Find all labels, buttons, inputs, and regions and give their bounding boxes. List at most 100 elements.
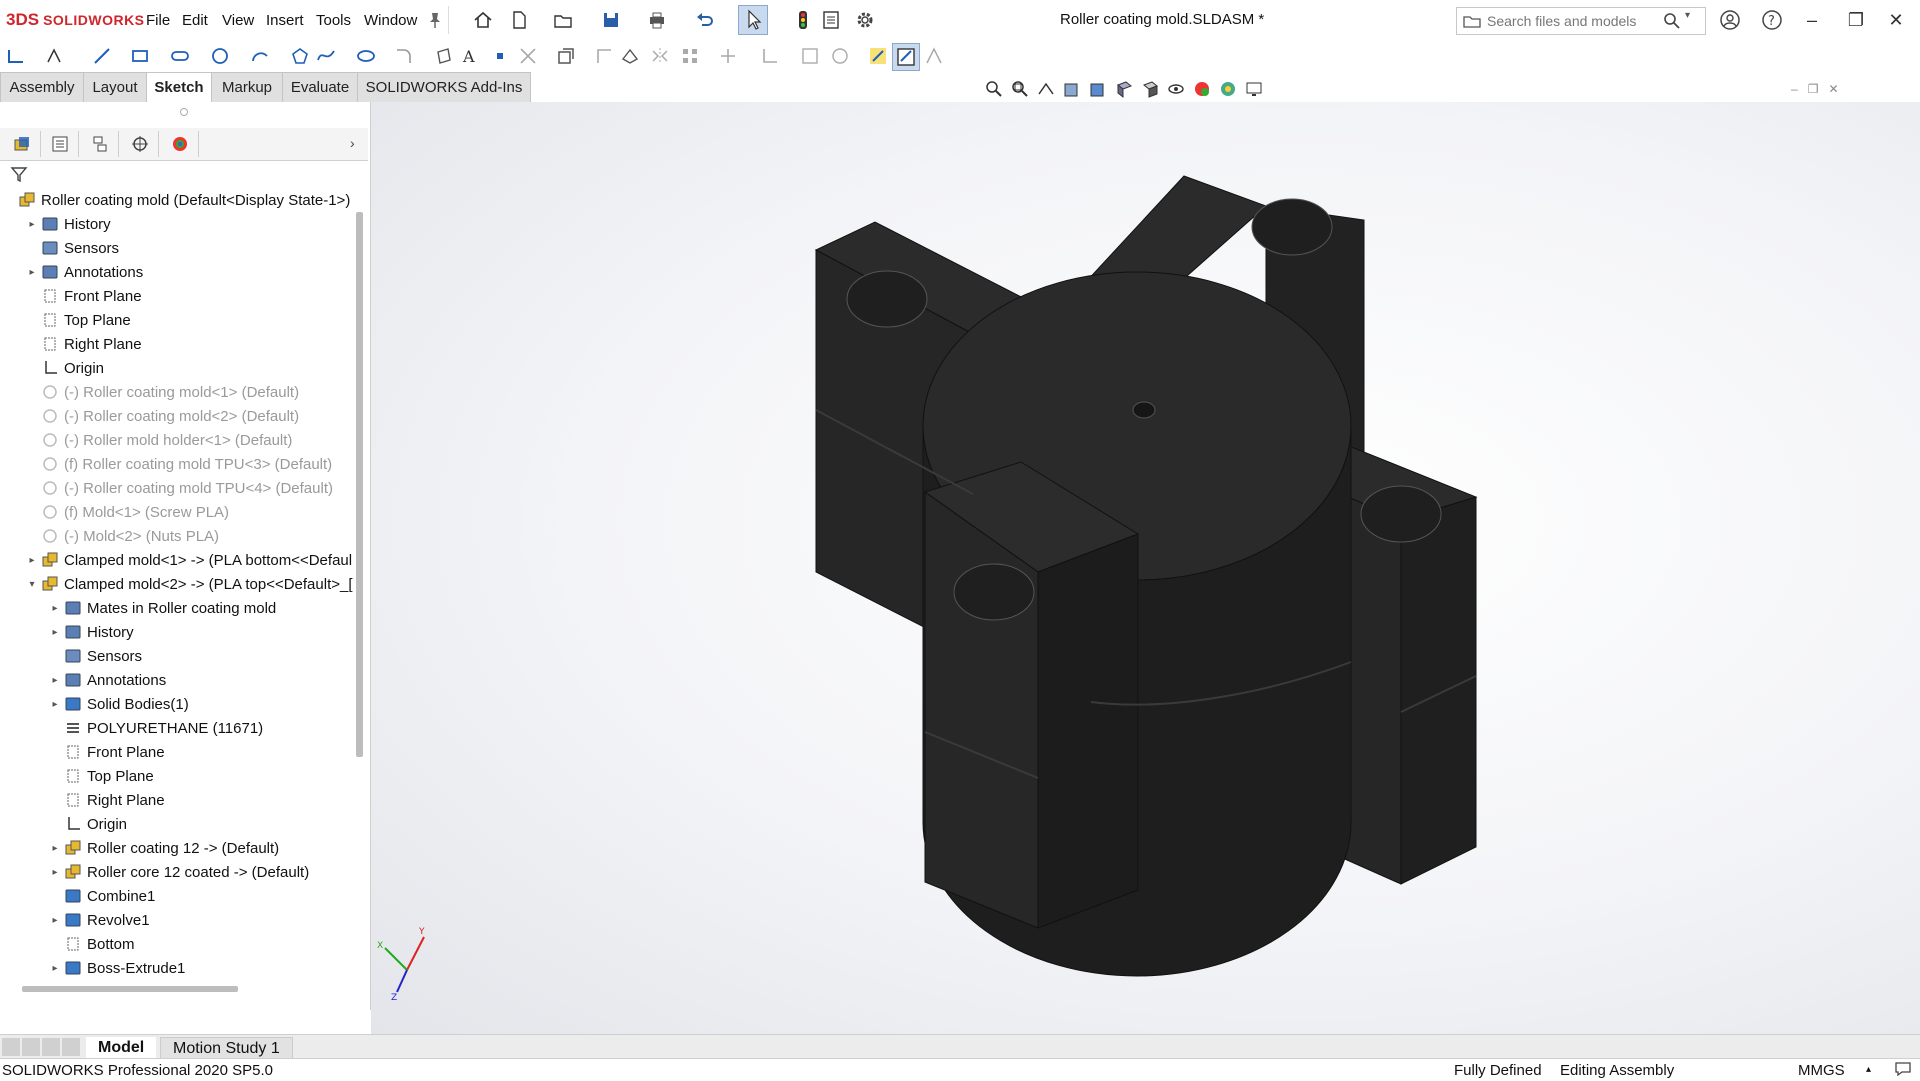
minimize-window-icon[interactable]: –: [1800, 8, 1824, 32]
dynamic-annotation-icon[interactable]: [1088, 79, 1108, 99]
menu-window[interactable]: Window: [364, 12, 417, 29]
home-icon[interactable]: [472, 9, 494, 31]
viewport-close-icon[interactable]: ✕: [1828, 82, 1838, 96]
tab-model[interactable]: Model: [86, 1037, 157, 1058]
slot-icon[interactable]: [170, 46, 190, 66]
tree-item[interactable]: Right Plane: [27, 332, 142, 356]
tree-item[interactable]: Combine1: [50, 884, 155, 908]
previous-view-icon[interactable]: [1036, 79, 1056, 99]
tab-assembly[interactable]: Assembly: [0, 72, 84, 103]
tree-item[interactable]: (-) Mold<2> (Nuts PLA): [27, 524, 219, 548]
panel-splitter-handle[interactable]: [180, 108, 188, 116]
close-window-icon[interactable]: ✕: [1884, 8, 1908, 32]
menu-insert[interactable]: Insert: [266, 12, 304, 29]
tree-item[interactable]: Front Plane: [50, 740, 165, 764]
tab-markup[interactable]: Markup: [211, 72, 283, 103]
tree-item[interactable]: (f) Roller coating mold TPU<3> (Default): [27, 452, 332, 476]
solidworks-logo[interactable]: 3DS SOLIDWORKS: [6, 10, 145, 30]
quick-snaps-icon[interactable]: [830, 46, 850, 66]
plane-tool-icon[interactable]: [434, 46, 454, 66]
tab-sketch[interactable]: Sketch: [146, 72, 212, 103]
tree-item[interactable]: ▸ Annotations: [50, 668, 166, 692]
expand-arrow-icon[interactable]: ▸: [27, 267, 37, 278]
linear-pattern-icon[interactable]: [680, 46, 700, 66]
tree-item[interactable]: Right Plane: [50, 788, 165, 812]
expand-arrow-icon[interactable]: ▸: [50, 963, 60, 974]
restore-window-icon[interactable]: ❐: [1844, 8, 1868, 32]
feature-manager-tab-icon[interactable]: [4, 131, 41, 157]
expand-arrow-icon[interactable]: ▸: [50, 603, 60, 614]
undo-icon[interactable]: [694, 9, 716, 31]
arc-icon[interactable]: [250, 46, 270, 66]
menu-view[interactable]: View: [222, 12, 254, 29]
search-box[interactable]: Search files and models ▾: [1456, 7, 1706, 35]
menu-edit[interactable]: Edit: [182, 12, 208, 29]
search-dropdown-icon[interactable]: ▾: [1685, 10, 1690, 21]
expand-arrow-icon[interactable]: ▸: [50, 675, 60, 686]
options-gear-icon[interactable]: [854, 9, 876, 31]
shaded-sketch-contours-icon[interactable]: [892, 43, 920, 71]
tree-item[interactable]: Roller coating mold (Default<Display Sta…: [4, 188, 350, 212]
viewport-maximize-icon[interactable]: ❐: [1808, 82, 1819, 96]
next-tab-icon[interactable]: [42, 1038, 60, 1056]
display-manager-tab-icon[interactable]: [162, 131, 199, 157]
tab-solidworks-add-ins[interactable]: SOLIDWORKS Add-Ins: [357, 72, 531, 103]
tree-item[interactable]: ▸ History: [27, 212, 110, 236]
offset-entities-icon[interactable]: [594, 46, 614, 66]
tree-item[interactable]: ▸ Roller core 12 coated -> (Default): [50, 860, 309, 884]
rapid-sketch-icon[interactable]: [924, 46, 944, 66]
zoom-to-area-icon[interactable]: [1010, 79, 1030, 99]
user-account-icon[interactable]: [1718, 8, 1742, 32]
open-folder-icon[interactable]: [552, 9, 574, 31]
tree-item[interactable]: ▸ Clamped mold<1> -> (PLA bottom<<Defaul: [27, 548, 352, 572]
tab-evaluate[interactable]: Evaluate: [282, 72, 358, 103]
text-icon[interactable]: A: [460, 46, 480, 66]
move-entities-icon[interactable]: [718, 46, 738, 66]
expand-arrow-icon[interactable]: ▸: [27, 219, 37, 230]
point-icon[interactable]: [490, 46, 510, 66]
model-view[interactable]: Y X Z: [371, 102, 1920, 1034]
circle-icon[interactable]: [210, 46, 230, 66]
tree-item[interactable]: ▸ Solid Bodies(1): [50, 692, 188, 716]
tree-item[interactable]: ▸ Annotations: [27, 260, 143, 284]
previous-tab-icon[interactable]: [22, 1038, 40, 1056]
help-icon[interactable]: ?: [1760, 8, 1784, 32]
tree-item[interactable]: Origin: [27, 356, 104, 380]
edit-appearance-icon[interactable]: [1192, 79, 1212, 99]
traffic-light-icon[interactable]: [792, 9, 814, 31]
panel-expand-chevron-icon[interactable]: ›: [350, 135, 355, 151]
polygon-icon[interactable]: [290, 46, 310, 66]
tree-item[interactable]: Origin: [50, 812, 127, 836]
tree-item[interactable]: (-) Roller coating mold TPU<4> (Default): [27, 476, 333, 500]
save-icon[interactable]: [600, 9, 622, 31]
ellipse-icon[interactable]: [356, 46, 376, 66]
rectangle-icon[interactable]: [130, 46, 150, 66]
dimxpert-manager-tab-icon[interactable]: [122, 131, 159, 157]
expand-arrow-icon[interactable]: ▸: [50, 867, 60, 878]
menu-file[interactable]: File: [146, 12, 170, 29]
tree-item[interactable]: (-) Roller coating mold<2> (Default): [27, 404, 299, 428]
tree-item[interactable]: (-) Roller coating mold<1> (Default): [27, 380, 299, 404]
search-icon[interactable]: [1663, 12, 1681, 34]
hide-show-items-icon[interactable]: [1166, 79, 1186, 99]
tree-item[interactable]: Bottom: [50, 932, 135, 956]
tree-item[interactable]: ▾ Clamped mold<2> -> (PLA top<<Default>_[: [27, 572, 352, 596]
trim-entities-icon[interactable]: [518, 46, 538, 66]
repair-sketch-icon[interactable]: [800, 46, 820, 66]
configuration-manager-tab-icon[interactable]: [82, 131, 119, 157]
tree-item[interactable]: ▸ Mates in Roller coating mold: [50, 596, 276, 620]
tab-motion-study[interactable]: Motion Study 1: [160, 1037, 293, 1060]
instant2d-icon[interactable]: [868, 46, 888, 66]
tree-item[interactable]: (f) Mold<1> (Screw PLA): [27, 500, 229, 524]
first-tab-icon[interactable]: [2, 1038, 20, 1056]
tree-item[interactable]: Front Plane: [27, 284, 142, 308]
property-manager-tab-icon[interactable]: [42, 131, 79, 157]
expand-arrow-icon[interactable]: ▸: [50, 627, 60, 638]
tree-item[interactable]: POLYURETHANE (11671): [50, 716, 263, 740]
unit-system[interactable]: MMGS: [1798, 1062, 1845, 1079]
new-document-icon[interactable]: [508, 9, 530, 31]
display-style-icon[interactable]: [1140, 79, 1160, 99]
fillet-icon[interactable]: [394, 46, 414, 66]
expand-arrow-icon[interactable]: ▸: [50, 699, 60, 710]
tree-item[interactable]: Sensors: [27, 236, 119, 260]
